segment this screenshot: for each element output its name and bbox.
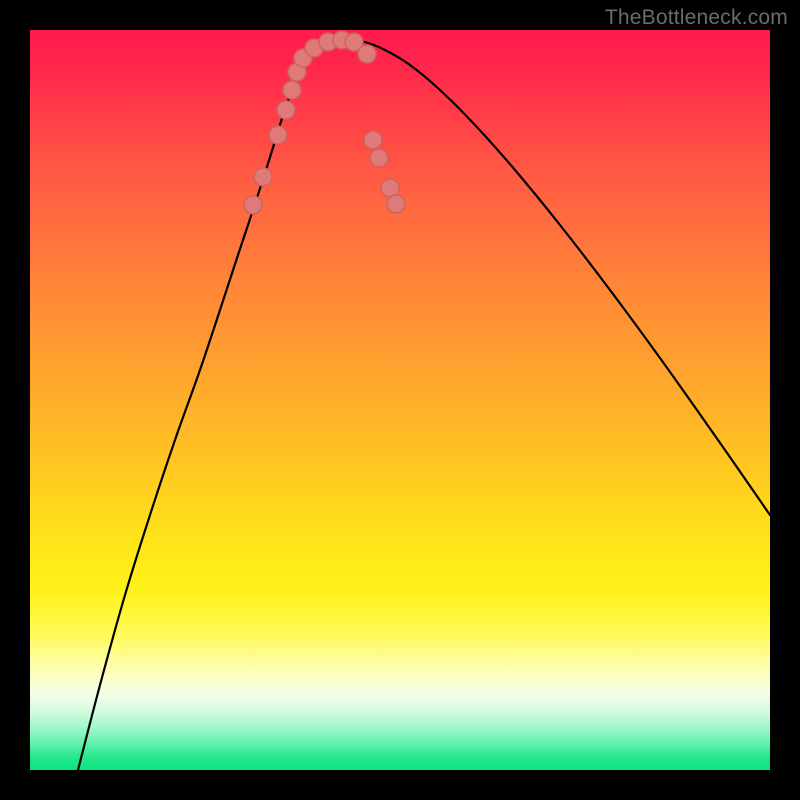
bead-markers <box>244 31 405 214</box>
chart-svg <box>30 30 770 770</box>
watermark-text: TheBottleneck.com <box>605 6 788 30</box>
chart-plot-area <box>30 30 770 770</box>
chart-frame: TheBottleneck.com <box>0 0 800 800</box>
bottleneck-curve <box>78 40 770 770</box>
